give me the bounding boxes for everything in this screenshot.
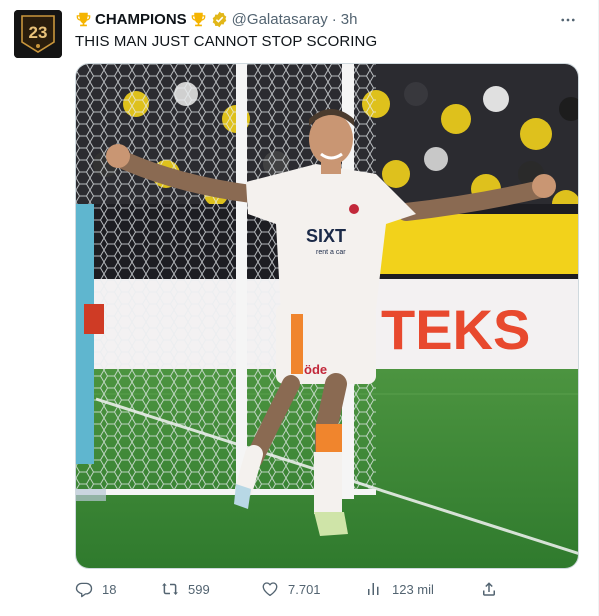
tweet-actions: 18 599 7.701 123 mil [75,580,505,602]
tweet-header: CHAMPIONS @Galatasaray · 3h [75,9,357,29]
more-options-button[interactable] [556,8,580,32]
trophy-icon [76,12,91,26]
share-button[interactable] [480,580,498,598]
shorts-sponsor-text: öde [304,362,327,377]
like-button[interactable]: 7.701 [261,580,321,598]
timestamp[interactable]: 3h [341,11,358,28]
separator-dot: · [331,10,337,28]
sponsor-text: SIXT [306,226,346,246]
reply-button[interactable]: 18 [75,580,116,598]
views-count: 123 mil [392,581,434,597]
tweet-text: THIS MAN JUST CANNOT STOP SCORING [75,33,378,50]
share-icon [483,582,495,596]
tweet: 23 CHAMPIONS @Galatasaray · 3h THIS MAN … [0,0,599,616]
reply-icon [75,582,93,598]
heart-icon [262,582,278,597]
retweet-count: 599 [188,581,210,597]
football-celebration-photo: TEKS SIXT rent a car öde [76,64,578,568]
views-button[interactable]: 123 mil [365,580,434,598]
trophy-icon [191,12,205,26]
banner-text: TEKS [381,298,530,361]
avatar[interactable]: 23 [14,10,62,58]
user-handle[interactable]: @Galatasaray [232,11,328,28]
tweet-photo[interactable]: TEKS SIXT rent a car öde [75,63,579,569]
retweet-button[interactable]: 599 [161,580,210,598]
views-icon [368,583,379,595]
display-name: CHAMPIONS [95,10,187,28]
avatar-number: 23 [29,23,48,42]
reply-count: 18 [102,581,117,597]
display-name-link[interactable]: CHAMPIONS [75,11,207,28]
retweet-icon [162,583,178,595]
like-count: 7.701 [288,581,321,597]
verified-gold-badge-icon[interactable] [211,11,228,28]
sponsor-subtext: rent a car [316,249,346,256]
avatar-badge-image: 23 [14,10,62,58]
more-horizontal-icon [561,18,575,22]
